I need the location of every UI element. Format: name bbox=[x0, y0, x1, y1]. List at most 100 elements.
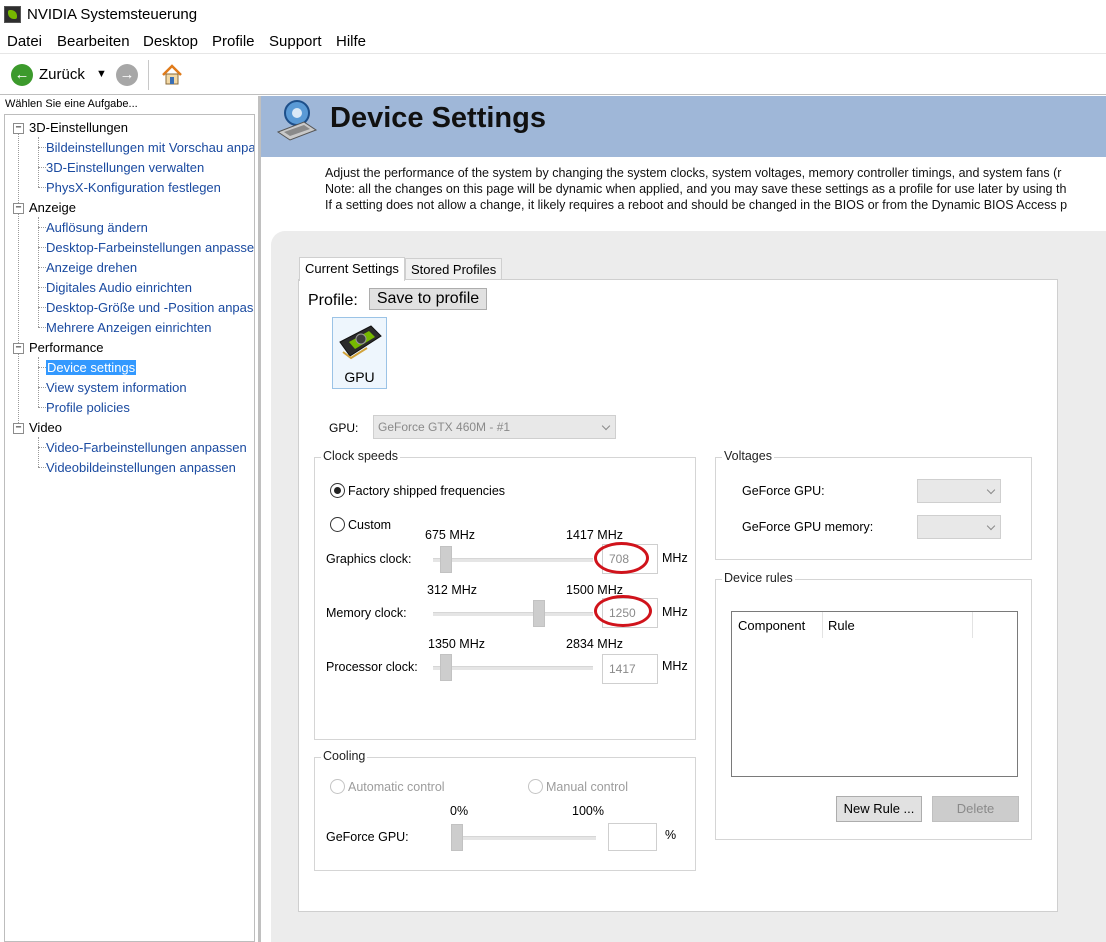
voltage-gpu-memory-select[interactable] bbox=[917, 515, 1001, 539]
device-settings-icon bbox=[276, 100, 318, 141]
collapse-icon[interactable]: − bbox=[13, 343, 24, 354]
memory-clock-slider-thumb[interactable] bbox=[533, 600, 546, 627]
collapse-icon[interactable]: − bbox=[13, 423, 24, 434]
automatic-control-label[interactable]: Automatic control bbox=[348, 780, 445, 794]
sidebar-item-mehrere-anzeigen[interactable]: Mehrere Anzeigen einrichten bbox=[46, 320, 212, 335]
menu-desktop[interactable]: Desktop bbox=[143, 33, 198, 50]
cooling-group: Cooling bbox=[314, 749, 696, 871]
menu-profile[interactable]: Profile bbox=[212, 33, 255, 50]
forward-arrow-icon[interactable]: → bbox=[116, 64, 138, 86]
home-icon[interactable] bbox=[160, 63, 184, 87]
gpu-select-value: GeForce GTX 460M - #1 bbox=[378, 420, 511, 434]
tree-category-anzeige[interactable]: Anzeige bbox=[29, 200, 76, 215]
collapse-icon[interactable]: − bbox=[13, 203, 24, 214]
manual-control-radio[interactable] bbox=[528, 779, 543, 794]
column-header-rule[interactable]: Rule bbox=[828, 618, 855, 633]
sidebar-item-device-settings[interactable]: Device settings bbox=[46, 360, 137, 375]
tree-connector bbox=[38, 247, 46, 248]
tab-stored-profiles[interactable]: Stored Profiles bbox=[405, 258, 503, 281]
tree-connector bbox=[38, 307, 46, 308]
processor-clock-unit: MHz bbox=[662, 659, 688, 673]
memory-clock-min: 312 MHz bbox=[427, 583, 478, 597]
factory-frequencies-label[interactable]: Factory shipped frequencies bbox=[348, 484, 505, 498]
sidebar-item-video-farbeinstellungen[interactable]: Video-Farbeinstellungen anpassen bbox=[46, 440, 247, 455]
tree-connector bbox=[38, 167, 46, 168]
device-rules-title: Device rules bbox=[722, 571, 795, 585]
menu-support[interactable]: Support bbox=[269, 33, 322, 50]
graphics-clock-slider-thumb[interactable] bbox=[439, 546, 452, 573]
processor-clock-slider-track[interactable] bbox=[433, 666, 593, 670]
collapse-icon[interactable]: − bbox=[13, 123, 24, 134]
back-arrow-icon[interactable]: ← bbox=[11, 64, 33, 86]
gpu-select[interactable]: GeForce GTX 460M - #1 bbox=[373, 415, 616, 439]
tree-connector bbox=[38, 227, 46, 228]
graphics-card-icon bbox=[339, 325, 382, 360]
tree-connector bbox=[38, 367, 46, 368]
cooling-field[interactable] bbox=[608, 823, 657, 851]
tree-category-3d-settings[interactable]: 3D-Einstellungen bbox=[29, 120, 128, 135]
sidebar-item-desktop-groesse[interactable]: Desktop-Größe und -Position anpassen bbox=[46, 300, 254, 315]
new-rule-button[interactable]: New Rule ... bbox=[836, 796, 922, 822]
sidebar-item-anzeige-drehen[interactable]: Anzeige drehen bbox=[46, 260, 137, 275]
toolbar-separator bbox=[148, 60, 149, 90]
tree-category-performance[interactable]: Performance bbox=[29, 340, 103, 355]
tree-connector bbox=[38, 467, 46, 468]
sidebar-item-digitales-audio[interactable]: Digitales Audio einrichten bbox=[46, 280, 192, 295]
sidebar-item-3d-einstellungen-verwalten[interactable]: 3D-Einstellungen verwalten bbox=[46, 160, 204, 175]
manual-control-label[interactable]: Manual control bbox=[546, 780, 628, 794]
voltage-gpu-memory-label: GeForce GPU memory: bbox=[742, 520, 874, 534]
gpu-device-tile[interactable]: GPU bbox=[332, 317, 387, 389]
processor-clock-slider-thumb[interactable] bbox=[439, 654, 452, 681]
custom-frequencies-radio[interactable] bbox=[330, 517, 345, 532]
memory-clock-slider-track[interactable] bbox=[433, 612, 593, 616]
graphics-clock-slider-track[interactable] bbox=[433, 558, 593, 562]
custom-frequencies-label[interactable]: Custom bbox=[348, 518, 391, 532]
tree-connector bbox=[38, 407, 46, 408]
tree-connector bbox=[38, 187, 46, 188]
toolbar: ← Zurück ▼ → bbox=[0, 55, 1106, 95]
sidebar-heading: Wählen Sie eine Aufgabe... bbox=[5, 98, 138, 110]
sidebar-item-profile-policies[interactable]: Profile policies bbox=[46, 400, 130, 415]
back-history-dropdown-icon[interactable]: ▼ bbox=[96, 68, 107, 80]
sidebar-item-view-system-information[interactable]: View system information bbox=[46, 380, 187, 395]
task-sidebar: Wählen Sie eine Aufgabe... − 3D-Einstell… bbox=[0, 96, 258, 942]
cooling-slider-thumb[interactable] bbox=[451, 824, 463, 851]
sidebar-item-bildeinstellungen[interactable]: Bildeinstellungen mit Vorschau anpassen bbox=[46, 140, 254, 155]
factory-frequencies-radio[interactable] bbox=[330, 483, 345, 498]
task-tree: − 3D-Einstellungen Bildeinstellungen mit… bbox=[4, 114, 255, 942]
save-to-profile-button[interactable]: Save to profile bbox=[369, 288, 487, 310]
menu-hilfe[interactable]: Hilfe bbox=[336, 33, 366, 50]
description-line: Adjust the performance of the system by … bbox=[325, 166, 1062, 180]
voltage-gpu-select[interactable] bbox=[917, 479, 1001, 503]
tree-connector bbox=[38, 147, 46, 148]
sidebar-item-physx[interactable]: PhysX-Konfiguration festlegen bbox=[46, 180, 221, 195]
sidebar-item-videobildeinstellungen[interactable]: Videobildeinstellungen anpassen bbox=[46, 460, 236, 475]
tree-connector bbox=[38, 137, 39, 187]
device-rules-table[interactable]: Component Rule bbox=[731, 611, 1018, 777]
column-header-component[interactable]: Component bbox=[738, 618, 805, 633]
highlight-annotation bbox=[594, 542, 649, 574]
back-button-label[interactable]: Zurück bbox=[39, 66, 85, 83]
sidebar-item-desktop-farbeinstellungen[interactable]: Desktop-Farbeinstellungen anpassen bbox=[46, 240, 254, 255]
gpu-tile-label: GPU bbox=[344, 369, 375, 385]
highlight-annotation bbox=[594, 595, 652, 627]
tree-connector bbox=[38, 447, 46, 448]
title-bar: NVIDIA Systemsteuerung bbox=[0, 0, 1106, 30]
cooling-slider-track[interactable] bbox=[451, 836, 596, 840]
menu-bearbeiten[interactable]: Bearbeiten bbox=[57, 33, 130, 50]
menu-datei[interactable]: Datei bbox=[7, 33, 42, 50]
automatic-control-radio[interactable] bbox=[330, 779, 345, 794]
gpu-select-label: GPU: bbox=[329, 421, 359, 435]
graphics-clock-label: Graphics clock: bbox=[326, 552, 412, 566]
delete-rule-button[interactable]: Delete bbox=[932, 796, 1019, 822]
description-line: If a setting does not allow a change, it… bbox=[325, 198, 1068, 212]
processor-clock-field[interactable]: 1417 bbox=[602, 654, 658, 684]
tab-current-settings[interactable]: Current Settings bbox=[299, 257, 405, 281]
sidebar-item-aufloesung[interactable]: Auflösung ändern bbox=[46, 220, 148, 235]
tree-category-video[interactable]: Video bbox=[29, 420, 62, 435]
pane-splitter[interactable] bbox=[258, 96, 261, 942]
chevron-down-icon bbox=[986, 485, 996, 495]
column-separator bbox=[972, 612, 973, 638]
column-separator bbox=[822, 612, 823, 638]
processor-clock-label: Processor clock: bbox=[326, 660, 418, 674]
